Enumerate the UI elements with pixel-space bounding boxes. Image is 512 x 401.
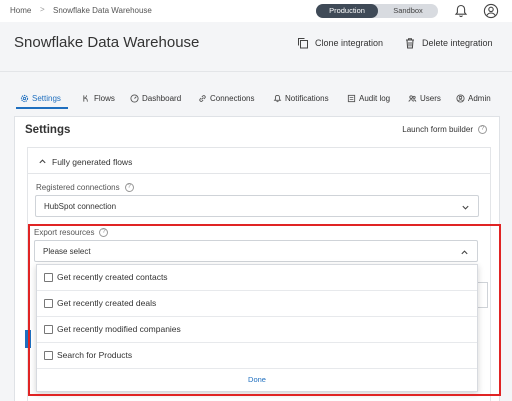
registered-connections-value: HubSpot connection <box>44 202 117 211</box>
environment-sandbox[interactable]: Sandbox <box>378 4 438 18</box>
tab-flows[interactable]: Flows <box>82 94 115 103</box>
clone-integration-label: Clone integration <box>315 38 384 48</box>
launch-form-builder-link[interactable]: Launch form builder ? <box>402 125 487 134</box>
gear-icon <box>20 94 29 103</box>
environment-production[interactable]: Production <box>316 4 378 18</box>
tab-admin-label: Admin <box>468 94 491 103</box>
page-header: Snowflake Data Warehouse Clone integrati… <box>0 22 512 72</box>
audit-log-icon <box>347 94 356 103</box>
settings-title: Settings <box>25 124 71 136</box>
link-icon <box>199 95 206 102</box>
tab-admin[interactable]: Admin <box>456 94 491 103</box>
registered-connections-label: Registered connections ? <box>36 183 134 192</box>
chevron-down-icon <box>462 205 469 210</box>
bell-icon[interactable] <box>453 3 469 19</box>
registered-connections-text: Registered connections <box>36 183 120 192</box>
bell-icon <box>273 94 282 103</box>
delete-integration-button[interactable]: Delete integration <box>404 37 493 49</box>
section-header[interactable]: Fully generated flows <box>28 148 490 174</box>
tab-audit-log[interactable]: Audit log <box>347 94 390 103</box>
tab-dashboard-label: Dashboard <box>142 94 182 103</box>
breadcrumb-separator: > <box>40 5 45 14</box>
launch-form-builder-label: Launch form builder <box>402 125 473 134</box>
tab-dashboard[interactable]: Dashboard <box>130 94 181 103</box>
clone-icon <box>298 38 308 49</box>
registered-connections-select[interactable]: HubSpot connection <box>35 195 479 217</box>
user-account-icon[interactable] <box>483 3 499 19</box>
environment-toggle[interactable]: Production Sandbox <box>316 4 438 18</box>
tab-notifications-label: Notifications <box>285 94 329 103</box>
flows-icon <box>83 95 88 102</box>
active-tab-indicator <box>16 107 68 109</box>
tab-connections-label: Connections <box>210 94 255 103</box>
delete-integration-label: Delete integration <box>422 38 493 48</box>
clone-integration-button[interactable]: Clone integration <box>297 37 383 49</box>
admin-icon <box>456 94 465 103</box>
tab-connections[interactable]: Connections <box>198 94 254 103</box>
breadcrumb-current: Snowflake Data Warehouse <box>53 6 152 15</box>
tab-settings-label: Settings <box>32 94 61 103</box>
tab-users[interactable]: Users <box>408 94 441 103</box>
tab-flows-label: Flows <box>94 94 115 103</box>
help-icon[interactable]: ? <box>124 183 134 192</box>
chevron-up-icon <box>39 159 46 164</box>
page-title: Snowflake Data Warehouse <box>14 34 200 51</box>
users-icon <box>408 95 417 102</box>
tab-users-label: Users <box>420 94 441 103</box>
tab-bar: Settings Flows Dashboard Connections Not… <box>0 90 512 112</box>
tab-settings[interactable]: Settings <box>20 94 61 103</box>
dashboard-icon <box>130 94 139 103</box>
trash-icon <box>406 38 414 49</box>
tab-audit-log-label: Audit log <box>359 94 391 103</box>
highlight-annotation <box>28 224 501 396</box>
breadcrumb-home[interactable]: Home <box>10 6 31 15</box>
tab-notifications[interactable]: Notifications <box>273 94 329 103</box>
help-icon[interactable]: ? <box>478 125 487 134</box>
section-title: Fully generated flows <box>52 157 133 167</box>
top-bar: Home > Snowflake Data Warehouse Producti… <box>0 0 512 22</box>
